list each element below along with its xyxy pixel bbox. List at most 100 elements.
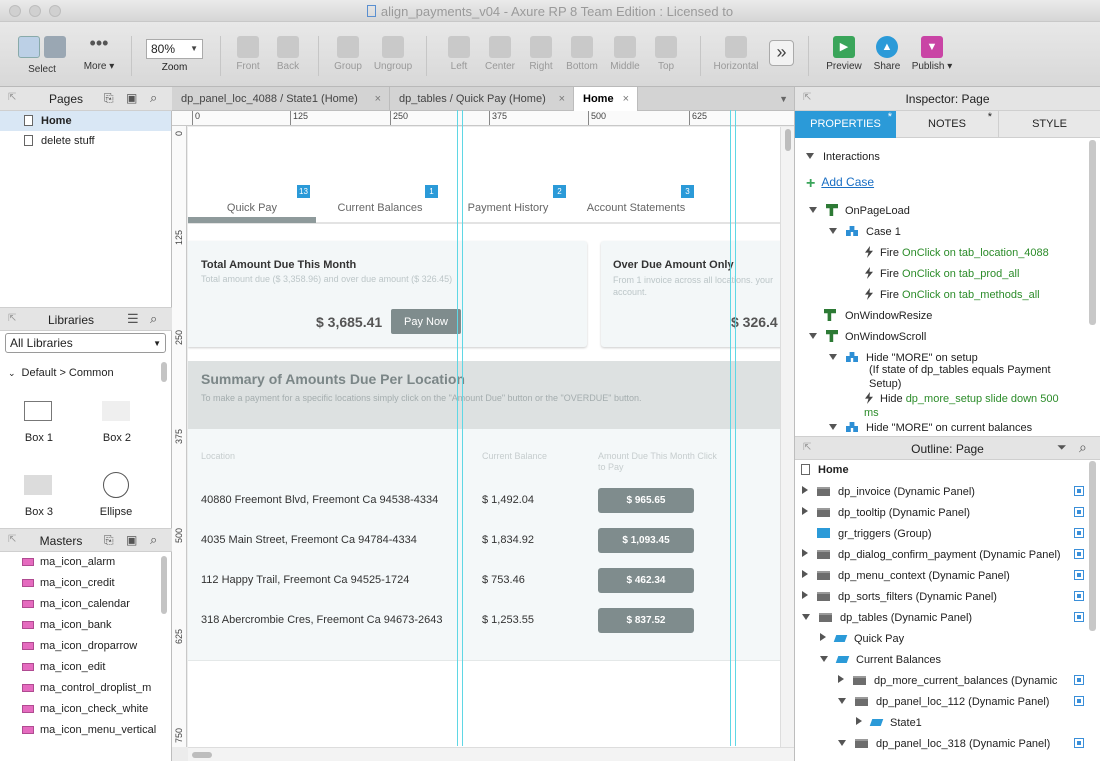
nav-tab[interactable]: Payment History 2 xyxy=(444,182,572,222)
visibility-toggle[interactable] xyxy=(1074,486,1084,496)
event-onpageload[interactable]: OnPageLoad xyxy=(809,204,910,218)
canvas-vscroll[interactable] xyxy=(780,127,794,747)
group-button[interactable]: Group xyxy=(323,36,373,72)
master-item[interactable]: ma_icon_credit xyxy=(0,573,160,593)
outline-item[interactable]: gr_triggers (Group) xyxy=(802,527,1072,541)
add-master-icon[interactable]: ⎘ xyxy=(104,533,114,548)
publish-button[interactable]: ▼ Publish ▾ xyxy=(907,36,957,72)
library-select[interactable]: All Libraries ▼ xyxy=(5,333,166,353)
outline-item[interactable]: Current Balances xyxy=(820,653,1072,667)
select-tool-button[interactable]: Select xyxy=(16,36,68,75)
outline-item[interactable]: State1 xyxy=(856,716,1072,730)
library-group[interactable]: ⌄ Default > Common xyxy=(8,367,114,379)
visibility-toggle[interactable] xyxy=(1074,549,1084,559)
outline-item[interactable]: dp_sorts_filters (Dynamic Panel) xyxy=(802,590,1072,604)
case-hide-more-balances[interactable]: Hide "MORE" on current balances xyxy=(829,421,1032,435)
search-icon[interactable]: ⌕ xyxy=(1079,439,1087,456)
box2-widget[interactable] xyxy=(102,401,130,421)
align-top-button[interactable]: Top xyxy=(641,36,691,72)
master-item[interactable]: ma_icon_bank xyxy=(0,615,160,635)
box3-widget[interactable] xyxy=(24,475,52,495)
visibility-toggle[interactable] xyxy=(1074,570,1084,580)
outline-item[interactable]: dp_tables (Dynamic Panel) xyxy=(802,611,1072,625)
master-item[interactable]: ma_control_droplist_m xyxy=(0,678,160,698)
zoom-select[interactable]: 80% ▼ xyxy=(146,39,203,59)
search-icon[interactable]: ⌕ xyxy=(150,311,157,327)
outline-item[interactable]: dp_dialog_confirm_payment (Dynamic Panel… xyxy=(802,548,1072,562)
action-fire-2[interactable]: Fire OnClick on tab_prod_all xyxy=(864,267,1019,281)
ungroup-button[interactable]: Ungroup xyxy=(368,36,418,72)
outline-item[interactable]: dp_more_current_balances (Dynamic xyxy=(838,674,1072,688)
visibility-toggle[interactable] xyxy=(1074,591,1084,601)
tab-style[interactable]: STYLE xyxy=(999,111,1100,138)
close-icon[interactable]: × xyxy=(623,87,629,111)
filter-icon[interactable]: ⏷ xyxy=(1057,440,1067,455)
visibility-toggle[interactable] xyxy=(1074,675,1084,685)
more-button[interactable]: ••• More ▾ xyxy=(74,34,124,72)
master-item[interactable]: ma_icon_edit xyxy=(0,657,160,677)
page-item-home[interactable]: Home xyxy=(0,111,171,131)
vscroll-thumb[interactable] xyxy=(785,129,791,151)
canvas-hscroll[interactable] xyxy=(188,747,794,761)
page-item-delete-stuff[interactable]: delete stuff xyxy=(0,131,171,151)
case-1[interactable]: Case 1 xyxy=(829,225,901,239)
design-canvas[interactable]: Quick Pay 13 Current Balances 1 Payment Hist… xyxy=(188,127,780,747)
outline-item[interactable]: dp_menu_context (Dynamic Panel) xyxy=(802,569,1072,583)
toolbar-overflow-button[interactable]: » xyxy=(769,40,794,66)
hscroll-thumb[interactable] xyxy=(192,752,212,758)
menu-icon[interactable]: ☰ xyxy=(127,311,139,327)
nav-tab[interactable]: Account Statements 3 xyxy=(572,182,700,222)
ellipse-widget[interactable] xyxy=(103,472,129,498)
close-icon[interactable]: × xyxy=(375,87,381,111)
add-page-icon[interactable]: ⎘ xyxy=(104,91,114,106)
tab-dp-panel-loc[interactable]: dp_panel_loc_4088 / State1 (Home) × xyxy=(172,87,390,111)
add-folder-icon[interactable]: ▣ xyxy=(126,91,137,105)
master-item[interactable]: ma_icon_droparrow xyxy=(0,636,160,656)
action-hide[interactable]: Hide dp_more_setup slide down 500 ms xyxy=(864,392,1074,420)
interactions-section[interactable]: Interactions xyxy=(806,150,880,164)
event-onwindowscroll[interactable]: OnWindowScroll xyxy=(809,330,926,344)
masters-scrollbar[interactable] xyxy=(161,556,167,614)
close-icon[interactable]: × xyxy=(559,87,565,111)
box1-widget[interactable] xyxy=(24,401,52,421)
tab-home[interactable]: Home × xyxy=(574,87,638,111)
amount-due-button[interactable]: $ 837.52 xyxy=(598,608,694,633)
nav-tab[interactable]: Quick Pay 13 xyxy=(188,182,316,222)
distribute-horizontal-button[interactable]: Horizontal xyxy=(706,36,766,72)
outline-root[interactable]: Home xyxy=(801,463,849,477)
visibility-toggle[interactable] xyxy=(1074,528,1084,538)
visibility-toggle[interactable] xyxy=(1074,612,1084,622)
back-button[interactable]: Back xyxy=(263,36,313,72)
visibility-toggle[interactable] xyxy=(1074,738,1084,748)
outline-item[interactable]: dp_tooltip (Dynamic Panel) xyxy=(802,506,1072,520)
master-item[interactable]: ma_icon_alarm xyxy=(0,552,160,572)
outline-scrollbar[interactable] xyxy=(1089,461,1096,631)
inspector-scrollbar[interactable] xyxy=(1089,140,1096,325)
tab-dp-tables[interactable]: dp_tables / Quick Pay (Home) × xyxy=(390,87,574,111)
visibility-toggle[interactable] xyxy=(1074,696,1084,706)
tab-notes[interactable]: NOTES * xyxy=(896,111,999,138)
outline-item[interactable]: dp_panel_loc_112 (Dynamic Panel) xyxy=(838,695,1072,709)
share-button[interactable]: ▲ Share xyxy=(862,36,912,72)
outline-item[interactable]: dp_panel_loc_318 (Dynamic Panel) xyxy=(838,737,1072,751)
action-fire-3[interactable]: Fire OnClick on tab_methods_all xyxy=(864,288,1040,302)
search-icon[interactable]: ⌕ xyxy=(150,532,157,548)
tab-properties[interactable]: PROPERTIES * xyxy=(795,111,896,138)
master-item[interactable]: ma_icon_check_white xyxy=(0,699,160,719)
nav-tab[interactable]: Current Balances 1 xyxy=(316,182,444,222)
outline-item[interactable]: dp_invoice (Dynamic Panel) xyxy=(802,485,1072,499)
amount-due-button[interactable]: $ 1,093.45 xyxy=(598,528,694,553)
master-item[interactable]: ma_icon_menu_vertical xyxy=(0,720,160,740)
amount-due-button[interactable]: $ 965.65 xyxy=(598,488,694,513)
add-case-link[interactable]: + Add Case xyxy=(806,175,874,192)
add-folder-icon[interactable]: ▣ xyxy=(126,533,137,547)
amount-due-button[interactable]: $ 462.34 xyxy=(598,568,694,593)
libraries-scrollbar[interactable] xyxy=(161,362,167,382)
pay-now-button[interactable]: Pay Now xyxy=(391,309,461,334)
search-icon[interactable]: ⌕ xyxy=(150,90,157,106)
visibility-toggle[interactable] xyxy=(1074,507,1084,517)
outline-item[interactable]: Quick Pay xyxy=(820,632,1072,646)
tabs-overflow-icon[interactable]: ▼ xyxy=(779,94,788,104)
action-fire-1[interactable]: Fire OnClick on tab_location_4088 xyxy=(864,246,1049,260)
event-onwindowresize[interactable]: OnWindowResize xyxy=(824,309,932,323)
